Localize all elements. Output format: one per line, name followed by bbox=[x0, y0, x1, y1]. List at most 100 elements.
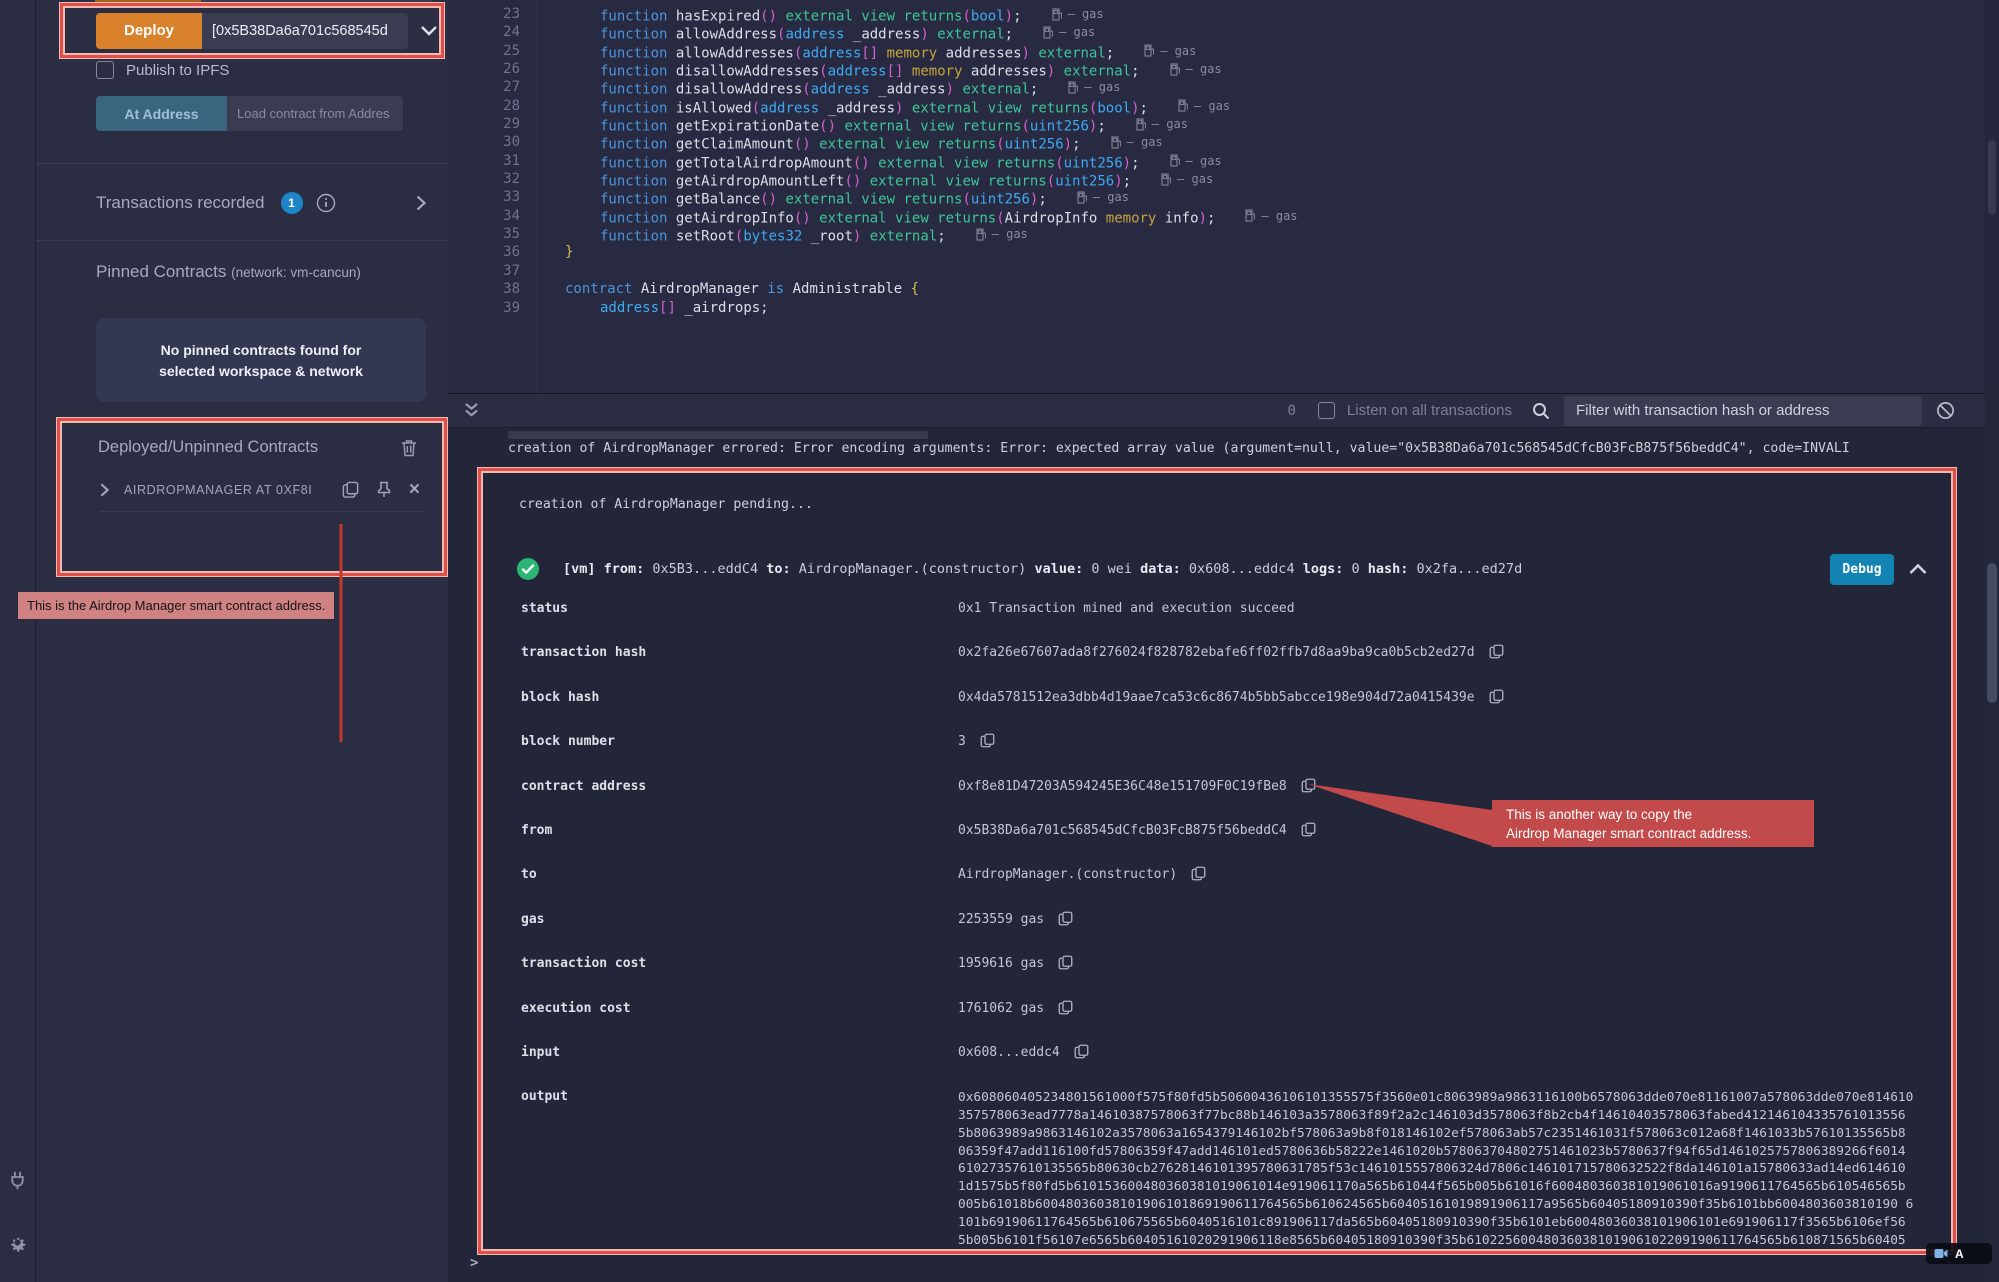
code-line[interactable]: 37 bbox=[448, 262, 1985, 280]
code-line[interactable]: 27function disallowAddress(address _addr… bbox=[448, 78, 1985, 96]
tx-detail-value-text: 0x2fa26e67607ada8f276024f828782ebafe6ff0… bbox=[958, 645, 1475, 660]
code-editor[interactable]: 23function hasExpired() external view re… bbox=[448, 0, 1985, 393]
copy-address-icon[interactable] bbox=[342, 481, 359, 498]
transactions-recorded-label: Transactions recorded bbox=[96, 193, 265, 213]
code-line[interactable]: 24function allowAddress(address _address… bbox=[448, 23, 1985, 41]
copy-icon[interactable] bbox=[1058, 911, 1073, 926]
code-text: function getAirdropInfo() external view … bbox=[537, 207, 1298, 225]
at-address-input[interactable] bbox=[227, 96, 403, 131]
deployed-contracts-title: Deployed/Unpinned Contracts bbox=[98, 438, 318, 457]
annotation-copy-line1: This is another way to copy the bbox=[1506, 805, 1814, 824]
gas-pump-icon bbox=[1170, 154, 1180, 167]
plugin-manager-icon[interactable] bbox=[7, 1170, 28, 1191]
trash-icon[interactable] bbox=[401, 439, 417, 457]
code-line[interactable]: 38contract AirdropManager is Administrab… bbox=[448, 280, 1985, 298]
clear-console-icon[interactable] bbox=[1936, 401, 1955, 420]
transactions-recorded-row[interactable]: Transactions recorded 1 bbox=[96, 192, 448, 214]
code-line[interactable]: 30function getClaimAmount() external vie… bbox=[448, 133, 1985, 151]
summary-value: 0 bbox=[1351, 561, 1367, 577]
settings-icon[interactable] bbox=[7, 1232, 28, 1253]
tx-detail-value: 1959616 gas bbox=[958, 956, 1073, 971]
tx-detail-value-text: 0x5B38Da6a701c568545dCfcB03FcB875f56bedd… bbox=[958, 823, 1287, 838]
code-text: function getAirdropAmountLeft() external… bbox=[537, 170, 1213, 188]
tx-detail-value: 0x2fa26e67607ada8f276024f828782ebafe6ff0… bbox=[958, 645, 1504, 660]
camera-icon bbox=[1934, 1248, 1948, 1259]
gas-estimate-hint: – gas bbox=[1170, 152, 1222, 170]
copy-icon[interactable] bbox=[1301, 822, 1316, 837]
deploy-button[interactable]: Deploy bbox=[96, 13, 202, 49]
tx-detail-value-text: 0x4da5781512ea3dbb4d19aae7ca53c6c8674b5b… bbox=[958, 690, 1475, 705]
code-line[interactable]: 28function isAllowed(address _address) e… bbox=[448, 97, 1985, 115]
deployed-contract-row[interactable]: AIRDROPMANAGER AT 0XF8I × bbox=[100, 481, 420, 498]
gas-estimate-hint: – gas bbox=[1144, 42, 1196, 60]
line-number: 35 bbox=[448, 225, 537, 243]
divider bbox=[100, 511, 424, 512]
deploy-args-field[interactable]: [0x5B38Da6a701c568545d bbox=[202, 13, 408, 49]
tx-detail-label: status bbox=[521, 601, 958, 616]
copy-icon[interactable] bbox=[1074, 1044, 1089, 1059]
tx-detail-value-text: 3 bbox=[958, 734, 966, 749]
gas-estimate-hint: – gas bbox=[1170, 60, 1222, 78]
code-line[interactable]: 34function getAirdropInfo() external vie… bbox=[448, 207, 1985, 225]
chevron-down-icon[interactable] bbox=[421, 25, 437, 36]
code-line[interactable]: 36} bbox=[448, 243, 1985, 261]
listen-all-checkbox[interactable] bbox=[1318, 402, 1335, 419]
close-icon[interactable]: × bbox=[409, 483, 420, 497]
publish-ipfs-checkbox[interactable] bbox=[96, 61, 114, 79]
code-line[interactable]: 33function getBalance() external view re… bbox=[448, 188, 1985, 206]
tx-summary-row[interactable]: [vm] from: 0x5B3...eddC4 to: AirdropMana… bbox=[515, 551, 1927, 587]
code-line[interactable]: 26function disallowAddresses(address[] m… bbox=[448, 60, 1985, 78]
copy-icon[interactable] bbox=[1058, 955, 1073, 970]
code-text: function isAllowed(address _address) ext… bbox=[537, 97, 1230, 115]
code-line[interactable]: 32function getAirdropAmountLeft() extern… bbox=[448, 170, 1985, 188]
screen-recording-badge: A bbox=[1926, 1243, 1992, 1264]
gas-pump-icon bbox=[1077, 191, 1087, 204]
code-text: function setRoot(bytes32 _root) external… bbox=[537, 225, 1028, 243]
expand-chevron-icon[interactable] bbox=[100, 483, 109, 497]
code-line[interactable]: 31function getTotalAirdropAmount() exter… bbox=[448, 152, 1985, 170]
debug-button[interactable]: Debug bbox=[1830, 554, 1894, 585]
line-number: 33 bbox=[448, 188, 537, 206]
tx-detail-label: block hash bbox=[521, 690, 958, 705]
pin-icon[interactable] bbox=[376, 481, 392, 498]
gas-estimate-hint: – gas bbox=[1077, 188, 1129, 206]
code-text: } bbox=[537, 243, 573, 261]
gas-estimate-hint: – gas bbox=[1052, 5, 1104, 23]
code-line[interactable]: 39address[] _airdrops; bbox=[448, 299, 1985, 317]
code-line[interactable]: 35function setRoot(bytes32 _root) extern… bbox=[448, 225, 1985, 243]
copy-icon[interactable] bbox=[1058, 1000, 1073, 1015]
tx-detail-label: transaction hash bbox=[521, 645, 958, 660]
collapse-terminal-icon[interactable] bbox=[464, 402, 479, 419]
terminal-scrollbar-thumb[interactable] bbox=[1987, 563, 1997, 703]
summary-value: 0x608...eddc4 bbox=[1189, 561, 1303, 577]
summary-value: 0 wei bbox=[1091, 561, 1140, 577]
info-icon[interactable] bbox=[316, 193, 336, 213]
no-pinned-line1: No pinned contracts found for bbox=[161, 342, 362, 358]
code-line[interactable]: 29function getExpirationDate() external … bbox=[448, 115, 1985, 133]
tx-detail-value: AirdropManager.(constructor) bbox=[958, 867, 1206, 882]
copy-icon[interactable] bbox=[980, 733, 995, 748]
filter-input[interactable] bbox=[1564, 396, 1922, 426]
code-line[interactable]: 25function allowAddresses(address[] memo… bbox=[448, 42, 1985, 60]
tx-detail-rows: status0x1 Transaction mined and executio… bbox=[521, 601, 1929, 1249]
at-address-button[interactable]: At Address bbox=[96, 96, 227, 131]
editor-scrollbar-thumb[interactable] bbox=[1988, 140, 1996, 215]
tx-detail-value-text: 1959616 gas bbox=[958, 956, 1044, 971]
copy-icon[interactable] bbox=[1301, 778, 1316, 793]
code-line[interactable]: 23function hasExpired() external view re… bbox=[448, 5, 1985, 23]
code-lines: 23function hasExpired() external view re… bbox=[448, 5, 1985, 317]
code-text: function getClaimAmount() external view … bbox=[537, 133, 1163, 151]
gas-estimate-hint: – gas bbox=[976, 225, 1028, 243]
terminal-prompt[interactable]: > bbox=[470, 1255, 478, 1271]
listen-all-label: Listen on all transactions bbox=[1347, 402, 1512, 419]
copy-icon[interactable] bbox=[1191, 866, 1206, 881]
summary-label: logs: bbox=[1303, 561, 1352, 577]
chevron-up-icon[interactable] bbox=[1909, 563, 1927, 575]
copy-icon[interactable] bbox=[1489, 644, 1504, 659]
chevron-right-icon[interactable] bbox=[416, 195, 426, 211]
gas-pump-icon bbox=[1144, 44, 1154, 57]
line-number: 30 bbox=[448, 133, 537, 151]
summary-label: data: bbox=[1140, 561, 1189, 577]
copy-icon[interactable] bbox=[1489, 689, 1504, 704]
tx-detail-row: toAirdropManager.(constructor) bbox=[521, 867, 1929, 911]
